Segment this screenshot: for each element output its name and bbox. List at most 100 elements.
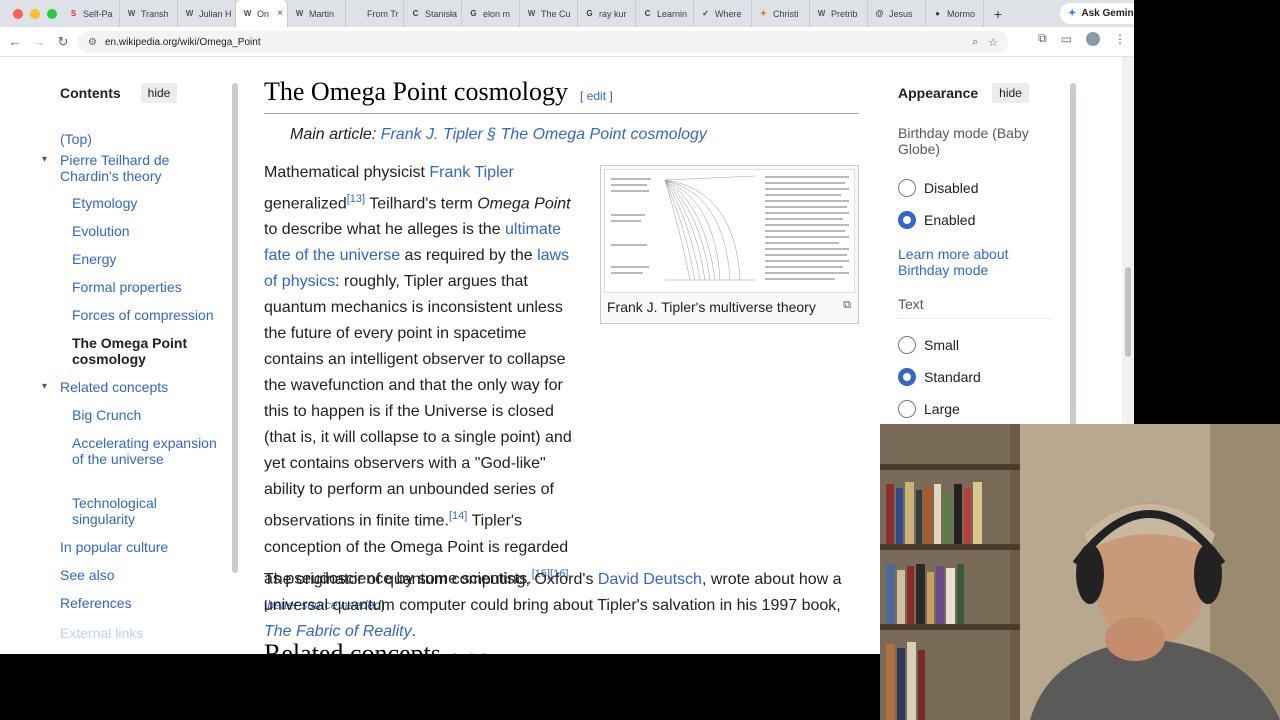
tab-favicon-icon: ● bbox=[935, 9, 940, 18]
birthday-mode-label: Birthday mode (Baby Globe) bbox=[898, 125, 1029, 157]
appearance-hide-button[interactable]: hide bbox=[992, 83, 1029, 103]
chevron-down-icon[interactable]: ▾ bbox=[42, 379, 47, 395]
tab-label: Where bbox=[715, 8, 742, 19]
toc-item[interactable]: (Top) bbox=[60, 131, 210, 147]
toc-item[interactable]: Formal properties bbox=[72, 279, 217, 295]
tab-label: elon m bbox=[483, 8, 511, 19]
toc-item[interactable]: See also bbox=[60, 567, 210, 583]
birthday-mode-option[interactable]: Enabled bbox=[898, 210, 1058, 230]
browser-tab[interactable]: W Pretrib bbox=[810, 0, 868, 27]
text-size-option[interactable]: Standard bbox=[898, 367, 1058, 387]
radio-button[interactable] bbox=[898, 179, 916, 197]
citation-13[interactable]: [13] bbox=[347, 193, 365, 205]
side-panel-icon[interactable]: ▭ bbox=[1061, 32, 1072, 46]
section-heading: The Omega Point cosmology [ edit ] bbox=[264, 77, 859, 107]
browser-tab[interactable]: W On × bbox=[236, 0, 288, 27]
text-size-option[interactable]: Small bbox=[898, 335, 1058, 355]
reload-button[interactable]: ↻ bbox=[51, 34, 75, 50]
toc-item[interactable]: Energy bbox=[72, 251, 217, 267]
browser-tab[interactable]: ✦ Christi bbox=[752, 0, 810, 27]
frank-tipler-link[interactable]: Frank Tipler bbox=[429, 164, 513, 181]
david-deutsch-link[interactable]: David Deutsch bbox=[598, 571, 702, 588]
tab-favicon-icon: C bbox=[644, 9, 651, 18]
browser-tab[interactable]: @ Jesus bbox=[868, 0, 926, 27]
menu-icon[interactable]: ⋮ bbox=[1114, 32, 1126, 46]
zoom-icon[interactable]: ⌕ bbox=[972, 36, 978, 49]
text-size-label: Text bbox=[898, 296, 924, 312]
edit-link-text[interactable]: edit bbox=[587, 89, 606, 103]
p1-text: Mathematical physicist bbox=[264, 164, 430, 181]
text-size-option-label: Large bbox=[924, 401, 960, 417]
hatnote-prefix: Main article: bbox=[290, 126, 381, 143]
tab-favicon-icon: C bbox=[412, 9, 419, 18]
address-bar[interactable]: ⚙ en.wikipedia.org/wiki/Omega_Point ⌕ ☆ bbox=[78, 31, 1008, 53]
extensions-icon[interactable]: ⧉ bbox=[1038, 31, 1047, 46]
toc-item[interactable]: External links bbox=[60, 625, 143, 641]
toc-item[interactable]: Accelerating expansion of the universe bbox=[72, 435, 217, 467]
tab-label: Julian H bbox=[199, 8, 232, 19]
toc-item[interactable]: Forces of compression bbox=[72, 307, 217, 323]
text-size-option[interactable]: Large bbox=[898, 399, 1058, 419]
heading-divider bbox=[264, 113, 859, 114]
browser-tab[interactable]: W Martin bbox=[288, 0, 346, 27]
maximize-window-button[interactable] bbox=[47, 8, 57, 19]
browser-tab[interactable]: Gelon m bbox=[462, 0, 520, 27]
fabric-of-reality-link[interactable]: The Fabric of Reality bbox=[264, 623, 412, 640]
appearance-panel: Appearance hide Birthday mode (Baby Glob… bbox=[898, 83, 1058, 431]
toc-hide-button[interactable]: hide bbox=[140, 83, 178, 103]
browser-tab[interactable]: ● Mormo bbox=[926, 0, 984, 27]
text-size-option-label: Standard bbox=[924, 369, 981, 385]
back-button[interactable]: ← bbox=[3, 34, 27, 49]
tab-favicon-icon: W bbox=[185, 9, 194, 18]
main-article-link[interactable]: Frank J. Tipler § The Omega Point cosmol… bbox=[381, 126, 707, 143]
toc-item[interactable]: ▾ Pierre Teilhard de Chardin's theory bbox=[42, 152, 210, 184]
browser-tab[interactable]: W The Cu bbox=[520, 0, 578, 27]
toc-item[interactable]: Etymology bbox=[72, 195, 217, 211]
toc-item[interactable]: References bbox=[60, 595, 210, 611]
tab-label: Transh bbox=[141, 8, 169, 19]
section-heading-text: The Omega Point cosmology bbox=[264, 77, 569, 106]
toc-item-label: Accelerating expansion of the universe bbox=[72, 435, 217, 467]
chevron-down-icon[interactable]: ▾ bbox=[42, 152, 47, 168]
text-size-option-label: Small bbox=[924, 337, 960, 353]
learn-more-birthday-link[interactable]: Learn more about Birthday mode bbox=[898, 246, 1009, 278]
toc-item[interactable]: In popular culture bbox=[60, 539, 210, 555]
edit-section-link[interactable]: [ edit ] bbox=[580, 89, 613, 103]
browser-tab[interactable]: From Tr bbox=[346, 0, 404, 27]
p1-text: generalized bbox=[264, 195, 347, 213]
tab-favicon-icon: W bbox=[127, 9, 136, 18]
browser-tab[interactable]: C Learnin bbox=[636, 0, 694, 27]
toc-item[interactable]: ▾ Related concepts bbox=[42, 379, 210, 395]
toc-item[interactable]: Evolution bbox=[72, 223, 217, 239]
citation-14[interactable]: [14] bbox=[449, 510, 467, 522]
toc-item[interactable]: The Omega Point cosmology bbox=[72, 335, 217, 367]
site-info-icon[interactable]: ⚙ bbox=[88, 37, 97, 48]
browser-tab[interactable]: W Julian H bbox=[178, 0, 236, 27]
close-tab-icon[interactable]: × bbox=[277, 8, 283, 19]
birthday-mode-option[interactable]: Disabled bbox=[898, 178, 1058, 198]
radio-button[interactable] bbox=[898, 211, 916, 229]
browser-tab[interactable]: W Transh bbox=[120, 0, 178, 27]
radio-button[interactable] bbox=[898, 400, 916, 418]
radio-button[interactable] bbox=[898, 336, 916, 354]
minimize-window-button[interactable] bbox=[30, 8, 40, 19]
appearance-divider bbox=[898, 318, 1053, 319]
profile-avatar[interactable] bbox=[1086, 31, 1100, 46]
toc-item[interactable]: Big Crunch bbox=[72, 407, 217, 423]
browser-tab[interactable]: C Stanisła bbox=[404, 0, 462, 27]
toc-item[interactable]: Technological singularity bbox=[72, 495, 217, 527]
desktop-background bbox=[0, 654, 880, 720]
new-tab-button[interactable]: + bbox=[988, 6, 1008, 22]
tab-label: Jesus bbox=[889, 8, 913, 19]
related-concepts-heading-text: Related concepts bbox=[264, 639, 441, 654]
browser-tab[interactable]: Gray kur bbox=[578, 0, 636, 27]
page-scroll-thumb[interactable] bbox=[1125, 267, 1131, 357]
forward-button[interactable]: → bbox=[27, 34, 51, 49]
browser-tab[interactable]: ✓ Where bbox=[694, 0, 752, 27]
appearance-scrollbar[interactable] bbox=[1070, 83, 1076, 426]
toc-scrollbar[interactable] bbox=[232, 83, 238, 573]
browser-tab[interactable]: S Self-Pa bbox=[62, 0, 120, 27]
bookmark-star-icon[interactable]: ☆ bbox=[988, 36, 998, 49]
close-window-button[interactable] bbox=[13, 8, 23, 19]
radio-button[interactable] bbox=[898, 368, 916, 386]
